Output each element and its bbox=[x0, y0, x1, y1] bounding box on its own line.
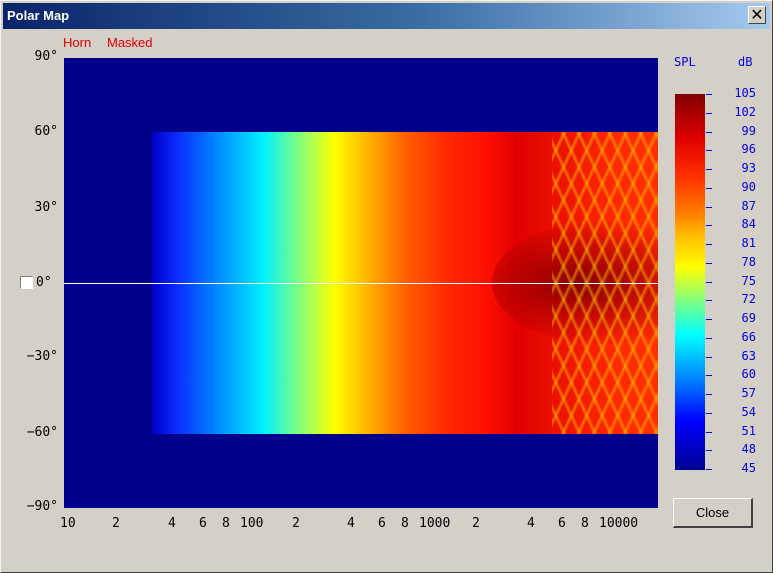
legend-value-label: 87 bbox=[741, 198, 756, 213]
masked-label: Masked bbox=[107, 35, 153, 50]
y-tick-label: 90° bbox=[34, 49, 58, 64]
legend-tick bbox=[706, 469, 712, 470]
legend-tick bbox=[706, 150, 712, 152]
title-bar[interactable]: Polar Map ✕ bbox=[3, 3, 770, 29]
x-tick-label: 1000 bbox=[419, 516, 451, 531]
horn-label: Horn bbox=[63, 35, 92, 50]
legend-tick bbox=[706, 337, 712, 339]
y-tick-label: 30° bbox=[34, 200, 58, 215]
legend-tick bbox=[706, 450, 712, 452]
x-tick-label: 10 bbox=[60, 516, 76, 531]
legend-tick bbox=[706, 394, 712, 395]
x-tick-label: 10000 bbox=[599, 516, 639, 531]
legend-tick bbox=[706, 169, 712, 170]
legend-tick bbox=[706, 94, 712, 95]
window-close-icon[interactable]: ✕ bbox=[748, 6, 766, 24]
x-tick-label: 6 bbox=[558, 516, 566, 531]
x-tick-label: 2 bbox=[292, 516, 300, 531]
legend-tick bbox=[706, 375, 712, 377]
legend-value-label: 72 bbox=[741, 292, 756, 307]
legend-value-label: 48 bbox=[741, 442, 756, 457]
x-tick-label: 8 bbox=[581, 516, 589, 531]
color-legend-bar bbox=[675, 94, 705, 470]
zero-degree-line bbox=[64, 283, 658, 284]
legend-tick bbox=[706, 187, 712, 189]
y-tick-label: 60° bbox=[34, 124, 58, 139]
x-tick-label: 100 bbox=[240, 516, 264, 531]
legend-value-label: 45 bbox=[741, 461, 756, 475]
close-button[interactable]: Close bbox=[673, 498, 753, 528]
legend-value-label: 105 bbox=[734, 86, 756, 100]
y-tick-label: −90° bbox=[26, 499, 58, 514]
legend-value-label: 51 bbox=[741, 423, 756, 438]
legend-value-label: 93 bbox=[741, 161, 756, 175]
y-tick-label: 0° bbox=[36, 275, 52, 290]
legend-value-label: 66 bbox=[741, 329, 756, 344]
legend-tick bbox=[706, 412, 712, 414]
x-tick-label: 2 bbox=[472, 516, 480, 531]
x-tick-label: 4 bbox=[168, 516, 176, 531]
y-tick-label: −60° bbox=[26, 425, 58, 440]
legend-tick bbox=[706, 131, 712, 133]
legend-tick bbox=[706, 281, 712, 283]
x-tick-label: 4 bbox=[347, 516, 355, 531]
legend-value-label: 90 bbox=[741, 179, 756, 194]
legend-value-label: 78 bbox=[741, 254, 756, 269]
legend-value-label: 75 bbox=[741, 273, 756, 288]
legend-tick bbox=[706, 300, 712, 302]
legend-value-label: 84 bbox=[741, 217, 756, 232]
legend-tick bbox=[706, 262, 712, 264]
legend-tick bbox=[706, 206, 712, 208]
legend-value-label: 96 bbox=[741, 142, 756, 157]
legend-tick bbox=[706, 356, 712, 358]
legend-unit: dB bbox=[738, 55, 753, 69]
x-tick-label: 2 bbox=[112, 516, 120, 531]
x-tick-label: 4 bbox=[527, 516, 535, 531]
x-tick-label: 6 bbox=[378, 516, 386, 531]
polar-map-plot bbox=[64, 58, 658, 508]
legend-value-label: 54 bbox=[741, 404, 756, 419]
legend-title: SPL bbox=[674, 55, 696, 69]
legend-value-label: 57 bbox=[741, 386, 756, 400]
y-tick-label: −30° bbox=[26, 349, 58, 364]
legend-tick bbox=[706, 244, 712, 245]
legend-tick bbox=[706, 112, 712, 114]
legend-tick bbox=[706, 225, 712, 227]
x-tick-label: 8 bbox=[222, 516, 230, 531]
legend-value-label: 69 bbox=[741, 311, 756, 325]
zero-line-checkbox[interactable] bbox=[20, 276, 33, 289]
legend-value-label: 99 bbox=[741, 123, 756, 138]
x-tick-label: 8 bbox=[401, 516, 409, 531]
legend-value-label: 102 bbox=[734, 104, 756, 119]
legend-value-label: 81 bbox=[741, 236, 756, 250]
legend-value-label: 63 bbox=[741, 348, 756, 363]
x-tick-label: 6 bbox=[199, 516, 207, 531]
window-title: Polar Map bbox=[7, 8, 70, 23]
legend-tick bbox=[706, 431, 712, 433]
legend-tick bbox=[706, 319, 712, 320]
legend-value-label: 60 bbox=[741, 367, 756, 382]
